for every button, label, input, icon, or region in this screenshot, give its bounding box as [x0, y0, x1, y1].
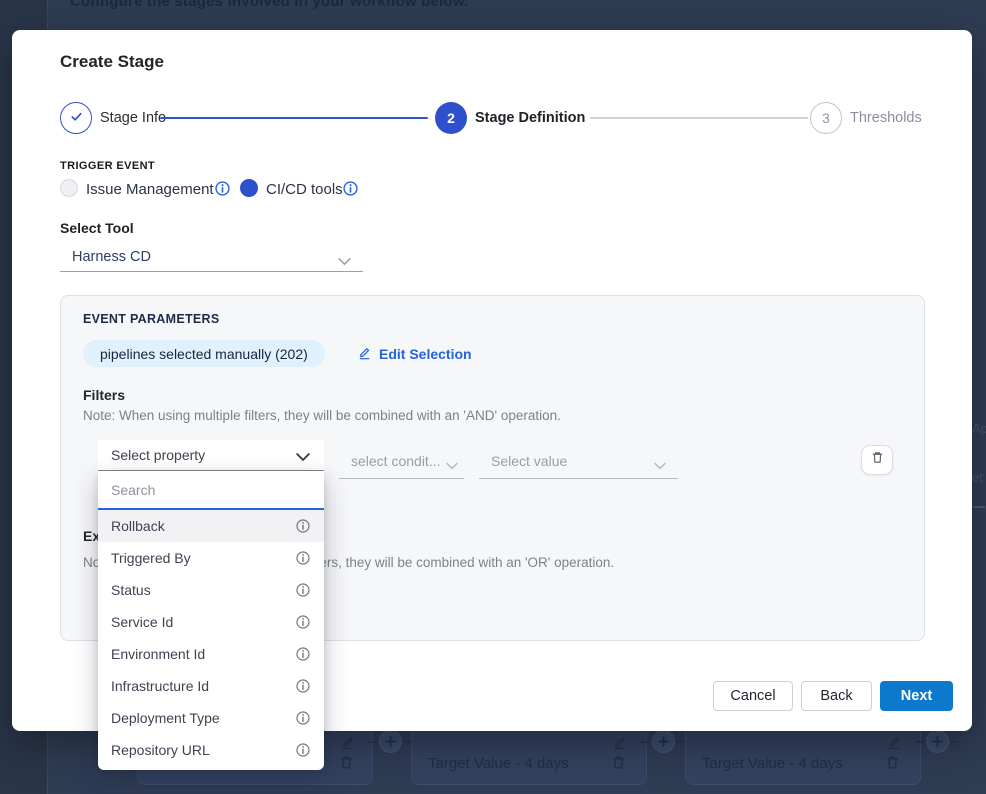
menu-item-repository-url[interactable]: Repository URL — [98, 734, 324, 766]
menu-item-label: Rollback — [111, 518, 165, 534]
background-card-label: Target Value - 4 days — [702, 755, 843, 772]
trash-icon — [338, 754, 355, 771]
stepper-connector-upcoming — [590, 117, 808, 119]
condition-select-placeholder: select condit... — [351, 453, 441, 469]
property-select[interactable]: Select property — [98, 440, 324, 471]
step-number: 3 — [822, 110, 830, 126]
connector-dash — [676, 741, 685, 743]
trigger-event-label: TRIGGER EVENT — [60, 160, 155, 172]
menu-item-label: Service Id — [111, 614, 173, 630]
info-icon[interactable] — [296, 551, 310, 565]
background-text-fragment: et — [972, 470, 983, 485]
step-thresholds-label: Thresholds — [850, 110, 922, 126]
tool-select[interactable]: Harness CD — [60, 244, 363, 272]
radio-cicd-tools-label[interactable]: CI/CD tools — [266, 181, 343, 198]
tool-select-value: Harness CD — [72, 249, 151, 265]
step-stage-info-indicator[interactable] — [60, 102, 92, 134]
select-tool-label: Select Tool — [60, 220, 134, 236]
value-select-placeholder: Select value — [491, 453, 567, 469]
plus-icon — [379, 730, 402, 753]
trash-icon — [870, 450, 885, 470]
menu-item-label: Infrastructure Id — [111, 678, 209, 694]
connector-dash — [403, 741, 412, 743]
connector-dash — [641, 741, 650, 743]
edit-icon — [886, 734, 902, 750]
step-number: 2 — [447, 110, 455, 126]
menu-item-infrastructure-id[interactable]: Infrastructure Id — [98, 670, 324, 702]
background-card-label: Target Value - 4 days — [428, 755, 569, 772]
menu-item-service-id[interactable]: Service Id — [98, 606, 324, 638]
info-icon[interactable] — [296, 647, 310, 661]
info-icon[interactable] — [296, 711, 310, 725]
modal-title: Create Stage — [60, 52, 164, 72]
menu-item-rollback[interactable]: Rollback — [98, 510, 324, 542]
background-text-fragment: Ap — [972, 421, 986, 436]
stepper-connector-complete — [160, 117, 428, 119]
radio-issue-management[interactable] — [60, 179, 78, 197]
search-input[interactable] — [98, 482, 324, 498]
info-icon[interactable] — [296, 615, 310, 629]
property-dropdown-menu: Rollback Triggered By Status Service Id … — [98, 471, 324, 770]
value-select[interactable]: Select value — [479, 446, 678, 479]
step-stage-info-label: Stage Info — [100, 110, 166, 126]
menu-item-label: Status — [111, 582, 151, 598]
property-select-placeholder: Select property — [111, 447, 205, 463]
filters-heading: Filters — [83, 387, 125, 403]
event-parameters-panel: EVENT PARAMETERS pipelines selected manu… — [60, 295, 925, 641]
edit-selection-link[interactable]: Edit Selection — [357, 345, 472, 363]
plus-icon — [652, 730, 675, 753]
edit-icon — [612, 734, 628, 750]
connector-dash — [950, 741, 959, 743]
info-icon[interactable] — [296, 519, 310, 533]
event-parameters-heading: EVENT PARAMETERS — [83, 312, 220, 326]
step-thresholds-indicator[interactable]: 3 — [810, 102, 842, 134]
chevron-down-icon — [654, 457, 666, 475]
chevron-down-icon — [338, 253, 351, 271]
background-page-heading: Configure the stages involved in your wo… — [70, 0, 468, 10]
plus-icon — [926, 730, 949, 753]
connector-dash — [915, 741, 924, 743]
back-button[interactable]: Back — [801, 681, 872, 711]
menu-item-label: Repository URL — [111, 742, 210, 758]
menu-item-deployment-type[interactable]: Deployment Type — [98, 702, 324, 734]
filters-note: Note: When using multiple filters, they … — [83, 408, 561, 423]
info-icon[interactable] — [296, 743, 310, 757]
check-icon — [69, 109, 84, 127]
chevron-down-icon — [296, 449, 310, 467]
menu-item-label: Deployment Type — [111, 710, 220, 726]
menu-item-environment-id[interactable]: Environment Id — [98, 638, 324, 670]
next-button[interactable]: Next — [880, 681, 953, 711]
menu-item-label: Environment Id — [111, 646, 205, 662]
dropdown-search[interactable] — [98, 471, 324, 510]
chevron-down-icon — [446, 457, 458, 475]
trash-icon — [610, 754, 627, 771]
cancel-button[interactable]: Cancel — [713, 681, 793, 711]
edit-icon — [357, 345, 372, 363]
connector-dash — [973, 506, 985, 508]
menu-item-status[interactable]: Status — [98, 574, 324, 606]
trash-icon — [884, 754, 901, 771]
info-icon[interactable] — [343, 181, 358, 196]
condition-select[interactable]: select condit... — [339, 446, 464, 479]
menu-item-label: Triggered By — [111, 550, 191, 566]
info-icon[interactable] — [296, 583, 310, 597]
step-stage-definition-indicator[interactable]: 2 — [435, 102, 467, 134]
delete-filter-button[interactable] — [861, 445, 893, 475]
info-icon[interactable] — [296, 679, 310, 693]
info-icon[interactable] — [215, 181, 230, 196]
menu-item-triggered-by[interactable]: Triggered By — [98, 542, 324, 574]
selection-badge: pipelines selected manually (202) — [83, 340, 325, 367]
create-stage-modal: Create Stage Stage Info 2 Stage Definiti… — [12, 30, 972, 731]
edit-selection-label: Edit Selection — [379, 346, 472, 362]
edit-icon — [340, 734, 356, 750]
radio-cicd-tools[interactable] — [240, 179, 258, 197]
step-stage-definition-label: Stage Definition — [475, 110, 585, 126]
radio-issue-management-label[interactable]: Issue Management — [86, 181, 214, 198]
connector-dash — [368, 741, 377, 743]
